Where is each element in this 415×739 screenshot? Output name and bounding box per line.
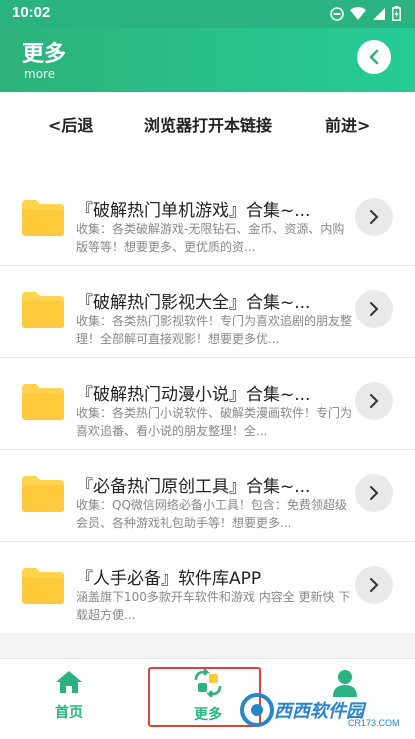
dnd-icon xyxy=(330,6,344,21)
item-description: 收集：各类热门小说软件、破解类漫画软件！专门为喜欢追番、看小说的朋友整理！全..… xyxy=(76,406,353,438)
status-time: 10:02 xyxy=(12,4,51,21)
item-open-button[interactable] xyxy=(355,566,393,604)
item-open-button[interactable] xyxy=(355,290,393,328)
home-icon xyxy=(56,671,82,693)
battery-icon xyxy=(392,6,401,21)
wifi-icon xyxy=(350,6,366,20)
item-title: 『必备热门原创工具』合集~... xyxy=(76,477,311,497)
item-description: 收集：QQ微信网络必备小工具！包含：免费领超级会员、各种游戏礼包助手等！想要更多… xyxy=(76,498,347,530)
item-description: 涵盖旗下100多款开车软件和游戏 内容全 更新快 下载超方便... xyxy=(76,590,351,622)
nav-forward-link[interactable]: 前进> xyxy=(325,112,370,136)
collection-list: 『破解热门单机游戏』合集~... 收集：各类破解游戏-无限钻石、金币、资源、内购… xyxy=(0,174,415,633)
item-open-button[interactable] xyxy=(355,474,393,512)
list-item[interactable]: 『必备热门原创工具』合集~... 收集：QQ微信网络必备小工具！包含：免费领超级… xyxy=(0,449,415,541)
back-button[interactable] xyxy=(357,40,391,74)
chevron-right-icon xyxy=(370,394,379,408)
page-subtitle: more xyxy=(24,67,56,81)
nav-back-link[interactable]: <后退 xyxy=(48,112,93,136)
item-description: 收集：各类热门影视软件！专门为喜欢追剧的朋友整理！全部解可直接观影！想要更多优.… xyxy=(76,314,353,346)
folder-icon xyxy=(22,200,64,236)
item-title: 『人手必备』软件库APP xyxy=(76,569,262,589)
status-icons xyxy=(330,6,401,21)
header: 更多 more xyxy=(0,28,415,92)
signal-icon xyxy=(373,7,385,20)
item-open-button[interactable] xyxy=(355,198,393,236)
open-in-browser-link[interactable]: 浏览器打开本链接 xyxy=(144,112,272,136)
watermark-icon xyxy=(240,693,274,727)
item-open-button[interactable] xyxy=(355,382,393,420)
chevron-right-icon xyxy=(370,302,379,316)
status-bar: 10:02 xyxy=(0,0,415,28)
tab-home-label: 首页 xyxy=(55,705,83,721)
chevron-right-icon xyxy=(370,210,379,224)
item-title: 『破解热门影视大全』合集~... xyxy=(76,293,311,313)
item-description: 收集：各类破解游戏-无限钻石、金币、资源、内购版等等！想要更多、更优质的资... xyxy=(76,222,345,254)
item-title: 『破解热门动漫小说』合集~... xyxy=(76,385,311,405)
watermark-logo: 西西软件园 CR173.COM xyxy=(240,692,400,728)
chevron-left-icon xyxy=(369,49,379,65)
list-item[interactable]: 『人手必备』软件库APP 涵盖旗下100多款开车软件和游戏 内容全 更新快 下载… xyxy=(0,541,415,633)
folder-icon xyxy=(22,476,64,512)
folder-icon xyxy=(22,292,64,328)
watermark-sub: CR173.COM xyxy=(348,718,400,728)
tab-home[interactable]: 首页 xyxy=(24,669,114,722)
list-item[interactable]: 『破解热门影视大全』合集~... 收集：各类热门影视软件！专门为喜欢追剧的朋友整… xyxy=(0,265,415,357)
folder-icon xyxy=(22,568,64,604)
folder-icon xyxy=(22,384,64,420)
web-nav-bar: <后退 浏览器打开本链接 前进> xyxy=(0,92,415,174)
item-title: 『破解热门单机游戏』合集~... xyxy=(76,201,311,221)
chevron-right-icon xyxy=(370,578,379,592)
list-item[interactable]: 『破解热门动漫小说』合集~... 收集：各类热门小说软件、破解类漫画软件！专门为… xyxy=(0,357,415,449)
chevron-right-icon xyxy=(370,486,379,500)
list-item[interactable]: 『破解热门单机游戏』合集~... 收集：各类破解游戏-无限钻石、金币、资源、内购… xyxy=(0,174,415,265)
page-title: 更多 xyxy=(22,42,67,67)
